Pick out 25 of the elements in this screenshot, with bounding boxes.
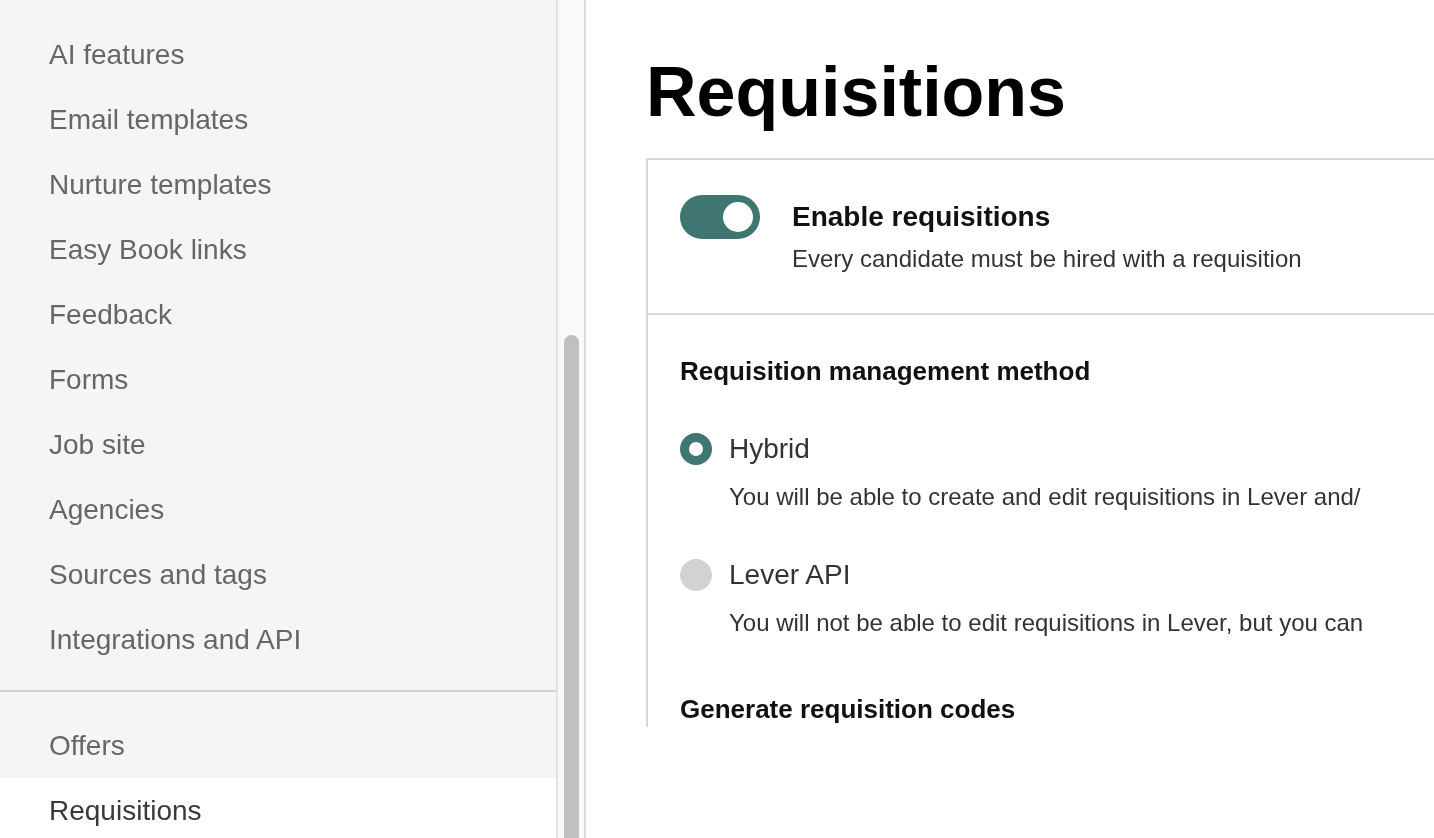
option-label: Hybrid <box>729 432 811 466</box>
sidebar-item[interactable]: Job site <box>0 412 556 477</box>
toggle-switch[interactable] <box>680 195 760 239</box>
radio-button[interactable] <box>680 433 712 465</box>
toggle-label: Enable requisitions <box>792 200 1052 234</box>
option-description: You will be able to create and edit requisitions in Lever and/ <box>729 482 1361 512</box>
sidebar-item[interactable]: Forms <box>0 347 556 412</box>
sidebar-item[interactable]: Feedback <box>0 282 556 347</box>
toggle-description: Every candidate must be hired with a requisition <box>792 244 1302 274</box>
sidebar-item[interactable]: AI features <box>0 22 556 87</box>
sidebar-item[interactable]: Email templates <box>0 87 556 152</box>
section-heading: Requisition management method <box>680 355 1092 388</box>
sidebar-item[interactable]: Nurture templates <box>0 152 556 217</box>
sidebar-item[interactable]: Requisitions <box>0 778 556 838</box>
sidebar-item[interactable]: Sources and tags <box>0 542 556 607</box>
sidebar-item[interactable]: Integrations and API <box>0 607 556 672</box>
option-label: Lever API <box>729 558 852 592</box>
option-description: You will not be able to edit requisitions in Lever, but you can <box>729 608 1364 638</box>
page-title: Requisitions <box>646 52 1068 133</box>
sidebar-item[interactable]: Offers <box>0 713 556 778</box>
sidebar-item[interactable]: Easy Book links <box>0 217 556 282</box>
section-heading: Generate requisition codes <box>680 693 1017 726</box>
sidebar-item[interactable]: Agencies <box>0 477 556 542</box>
scrollbar-thumb[interactable] <box>563 335 579 838</box>
radio-button[interactable] <box>680 559 712 591</box>
